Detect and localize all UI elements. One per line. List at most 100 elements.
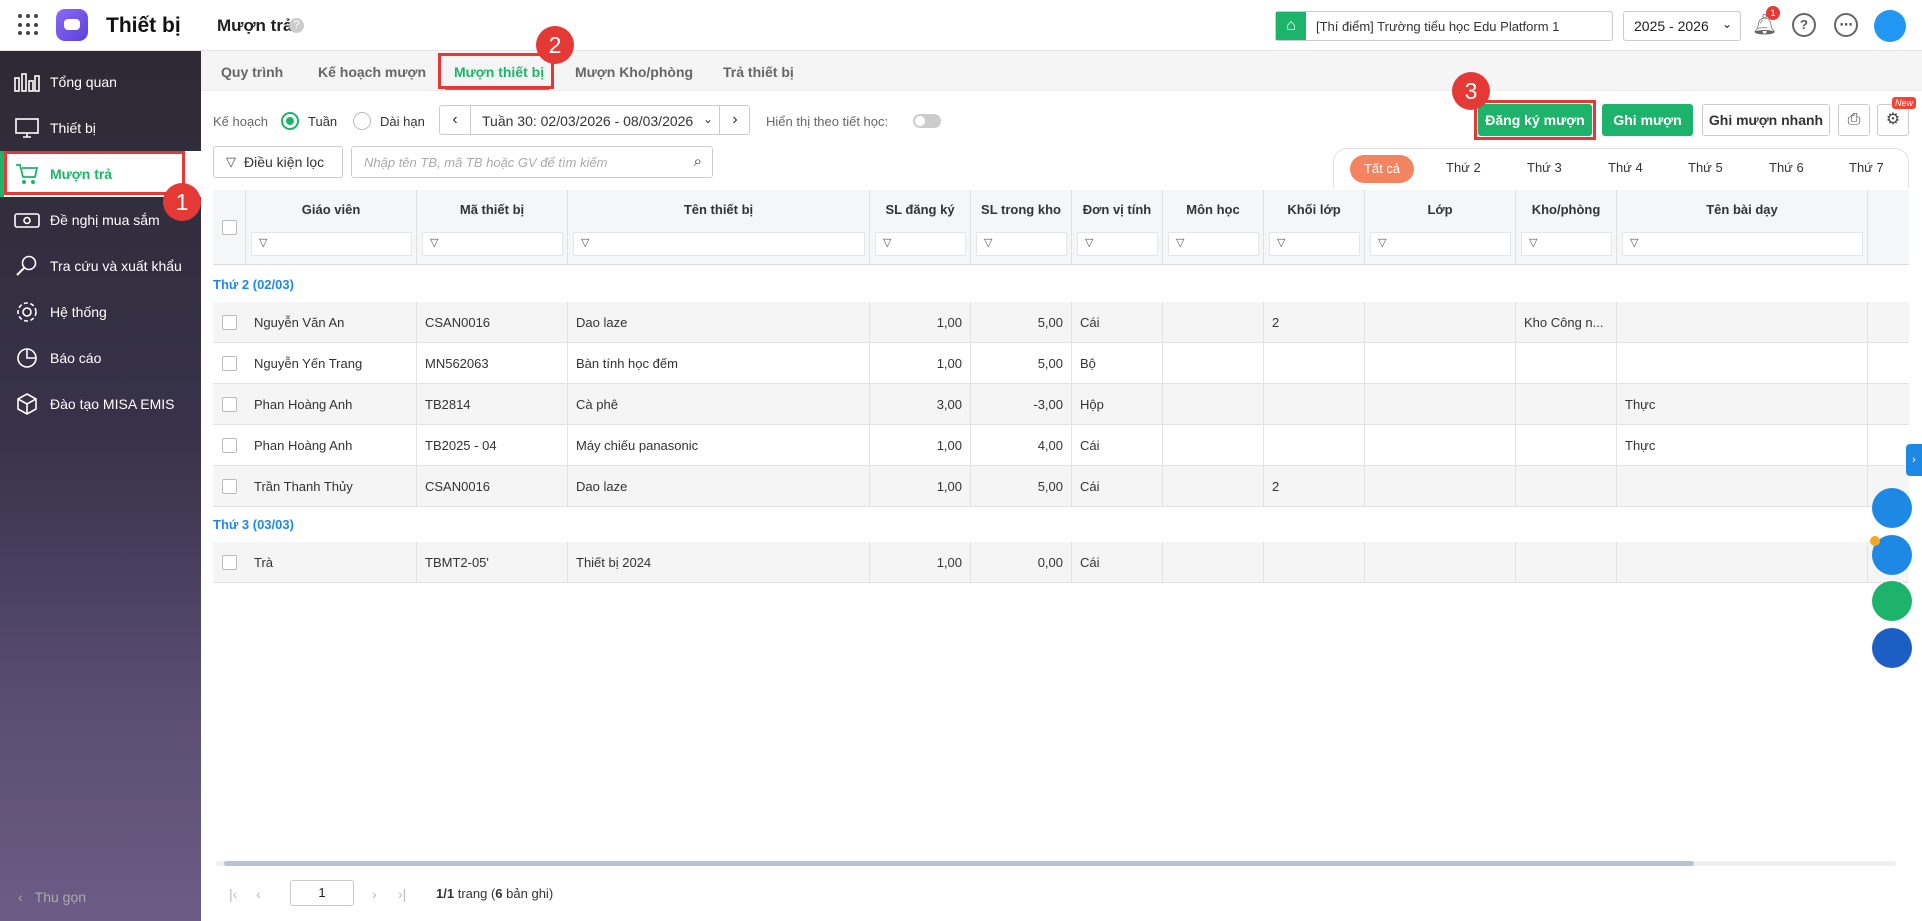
- app-title: Thiết bị: [106, 14, 181, 37]
- notification-bell-icon[interactable]: 🔔︎ 1: [1752, 6, 1780, 37]
- tab-borrow-plan[interactable]: Kế hoạch mượn: [318, 64, 426, 80]
- header-stock-qty[interactable]: SL trong kho: [971, 202, 1071, 217]
- day-tab-sat[interactable]: Thứ 7: [1849, 160, 1884, 175]
- header-lesson[interactable]: Tên bài dạy: [1617, 202, 1867, 217]
- header-reg-qty[interactable]: SL đăng ký: [870, 202, 970, 217]
- header-teacher[interactable]: Giáo viên: [246, 202, 416, 217]
- tab-borrow-room[interactable]: Mượn Kho/phòng: [575, 64, 693, 80]
- sidebar-item-devices[interactable]: Thiết bị: [0, 105, 201, 151]
- row-checkbox[interactable]: [222, 438, 237, 453]
- select-all-checkbox[interactable]: [222, 220, 237, 235]
- day-tab-thu[interactable]: Thứ 5: [1688, 160, 1723, 175]
- avatar[interactable]: [1874, 10, 1906, 42]
- borrow-button[interactable]: Ghi mượn: [1602, 104, 1693, 136]
- sidebar-item-reports[interactable]: Báo cáo: [0, 335, 201, 381]
- quick-borrow-button[interactable]: Ghi mượn nhanh: [1702, 104, 1830, 136]
- page-number-input[interactable]: 1: [290, 880, 354, 906]
- header-device-name[interactable]: Tên thiết bị: [568, 202, 869, 217]
- annotation-box-2: [438, 53, 554, 89]
- filter-device-code[interactable]: [422, 232, 563, 256]
- table-row[interactable]: Trần Thanh Thủy CSAN0016 Dao laze 1,00 5,00 C…: [213, 466, 1909, 507]
- sidebar-item-training[interactable]: Đào tạo MISA EMIS: [0, 381, 201, 427]
- help-icon[interactable]: ?: [1792, 13, 1816, 37]
- cell-class: [1365, 302, 1516, 343]
- sidebar-item-overview[interactable]: Tổng quan: [0, 59, 201, 105]
- header-device-code[interactable]: Mã thiết bị: [417, 202, 567, 217]
- chat-icon[interactable]: [1872, 581, 1912, 621]
- header-room[interactable]: Kho/phòng: [1516, 202, 1616, 217]
- header-grade[interactable]: Khối lớp: [1264, 202, 1364, 217]
- horizontal-scrollbar[interactable]: [216, 861, 1896, 866]
- assistant-bot-icon[interactable]: [1872, 628, 1912, 668]
- right-panel-toggle[interactable]: ›: [1906, 444, 1922, 476]
- more-icon[interactable]: ⋯: [1834, 13, 1858, 37]
- header-class[interactable]: Lớp: [1365, 202, 1515, 217]
- scrollbar-thumb[interactable]: [224, 861, 1694, 866]
- table-row[interactable]: Nguyễn Văn An CSAN0016 Dao laze 1,00 5,00 Cái…: [213, 302, 1909, 343]
- record-count: 6: [495, 886, 503, 901]
- cell-class: [1365, 466, 1516, 507]
- header-cell: Môn học: [1163, 190, 1264, 265]
- filter-conditions-button[interactable]: ▽ Điều kiện lọc: [213, 146, 343, 178]
- row-checkbox[interactable]: [222, 397, 237, 412]
- day-tab-all[interactable]: Tất cả: [1350, 155, 1414, 183]
- day-tab-wed[interactable]: Thứ 4: [1608, 160, 1643, 175]
- table-row[interactable]: Nguyễn Yến Trang MN562063 Bàn tính học đếm…: [213, 343, 1909, 384]
- filter-grade[interactable]: [1269, 232, 1360, 256]
- cell-reg-qty: 1,00: [870, 466, 971, 507]
- table-row[interactable]: Phan Hoàng Anh TB2814 Cà phê 3,00 -3,00 Hộp Th…: [213, 384, 1909, 425]
- tab-process[interactable]: Quy trình: [221, 64, 283, 80]
- school-selector[interactable]: ⌂ [Thí điểm] Trường tiểu học Edu Platfor…: [1275, 11, 1613, 41]
- header-subject[interactable]: Môn học: [1163, 202, 1263, 217]
- filter-teacher[interactable]: [251, 232, 412, 256]
- filter-lesson[interactable]: [1622, 232, 1863, 256]
- cell-teacher: Nguyễn Văn An: [246, 302, 417, 343]
- week-value[interactable]: Tuần 30: 02/03/2026 - 08/03/2026: [482, 113, 700, 129]
- next-week-button[interactable]: ›: [720, 106, 750, 134]
- cell-reg-qty: 1,00: [870, 343, 971, 384]
- radio-long-term[interactable]: [353, 112, 371, 130]
- prev-page-icon[interactable]: ‹: [256, 886, 261, 902]
- table-row[interactable]: Phan Hoàng Anh TB2025 - 04 Máy chiếu panas…: [213, 425, 1909, 466]
- cell-teacher: Phan Hoàng Anh: [246, 425, 417, 466]
- first-page-icon[interactable]: |‹: [229, 886, 237, 902]
- show-by-period-toggle[interactable]: [913, 114, 941, 128]
- print-icon[interactable]: ⎙: [1838, 104, 1870, 136]
- cell-grade: [1264, 343, 1365, 384]
- row-checkbox[interactable]: [222, 356, 237, 371]
- filter-reg-qty[interactable]: [875, 232, 966, 256]
- search-input[interactable]: Nhập tên TB, mã TB hoặc GV để tìm kiếm ⌕: [351, 146, 713, 178]
- cell-lesson: [1617, 302, 1868, 343]
- pin-icon[interactable]: [1872, 488, 1912, 528]
- cell-reg-qty: 1,00: [870, 425, 971, 466]
- header-unit[interactable]: Đơn vị tính: [1072, 202, 1162, 217]
- radio-week[interactable]: [281, 112, 299, 130]
- year-select[interactable]: 2025 - 2026 ⌄: [1623, 11, 1741, 41]
- sidebar-item-system[interactable]: Hệ thống: [0, 289, 201, 335]
- row-checkbox[interactable]: [222, 315, 237, 330]
- day-tab-fri[interactable]: Thứ 6: [1769, 160, 1804, 175]
- apps-grid-icon[interactable]: [18, 14, 40, 36]
- chevron-down-icon[interactable]: ⌄: [703, 112, 713, 126]
- last-page-icon[interactable]: ›|: [398, 886, 406, 902]
- radio-long-term-label: Dài hạn: [380, 114, 425, 129]
- filter-device-name[interactable]: [573, 232, 865, 256]
- filter-room[interactable]: [1521, 232, 1612, 256]
- day-tab-mon[interactable]: Thứ 2: [1446, 160, 1481, 175]
- row-checkbox[interactable]: [222, 555, 237, 570]
- search-icon[interactable]: ⌕: [694, 153, 702, 170]
- row-checkbox[interactable]: [222, 479, 237, 494]
- prev-week-button[interactable]: ‹: [440, 106, 470, 134]
- sidebar-item-lookup[interactable]: Tra cứu và xuất khẩu: [0, 243, 201, 289]
- next-page-icon[interactable]: ›: [372, 886, 377, 902]
- day-tab-tue[interactable]: Thứ 3: [1527, 160, 1562, 175]
- filter-unit[interactable]: [1077, 232, 1158, 256]
- cell-class: [1365, 343, 1516, 384]
- page-help-icon[interactable]: ?: [289, 18, 304, 33]
- sidebar-item-label: Đào tạo MISA EMIS: [50, 396, 175, 412]
- table-row[interactable]: Trà TBMT2-05' Thiết bị 2024 1,00 0,00 Cái: [213, 542, 1909, 583]
- tab-return-device[interactable]: Trả thiết bị: [723, 64, 794, 80]
- filter-class[interactable]: [1370, 232, 1511, 256]
- filter-stock-qty[interactable]: [976, 232, 1067, 256]
- filter-subject[interactable]: [1168, 232, 1259, 256]
